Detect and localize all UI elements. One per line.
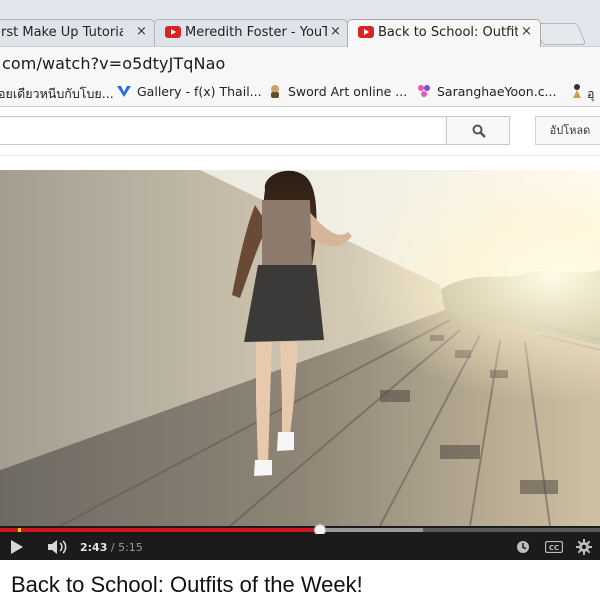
upload-button[interactable]: อัปโหลด [535,116,600,145]
tab-close-icon[interactable]: × [136,24,147,39]
bookmark-item[interactable]: Sword Art online ... [288,84,407,99]
tab-close-icon[interactable]: × [330,24,341,39]
blue-v-icon [117,86,131,97]
character-icon [271,85,279,98]
search-button[interactable] [446,116,510,145]
volume-icon[interactable] [47,539,67,555]
progress-played [0,528,320,532]
duration: 5:15 [118,541,143,554]
tab-title: Meredith Foster - YouT [185,25,327,40]
youtube-favicon-icon [165,26,181,38]
youtube-header: อัปโหลด [0,107,600,156]
current-time: 2:43 [80,541,108,554]
player-controls: 2:43 / 5:15 CC [0,534,600,560]
browser-tab-strip: rst Make Up Tutorial! × Meredith Foster … [0,0,600,47]
pink-flower-icon [418,85,430,97]
bookmark-item[interactable]: อุ [587,84,595,104]
progress-track[interactable] [0,524,600,536]
tab-title: rst Make Up Tutorial! [1,25,123,40]
url-text[interactable]: com/watch?v=o5dtyJTqNao [2,54,225,73]
play-icon[interactable] [10,539,24,555]
figure-icon [573,84,581,98]
settings-gear-icon[interactable] [576,539,592,555]
time-display: 2:43 / 5:15 [80,541,143,554]
tab-make-up-tutorial[interactable]: rst Make Up Tutorial! × [0,19,155,46]
bookmark-item[interactable]: Gallery - f(x) Thail... [137,84,262,99]
bookmark-item[interactable]: อยเดียวหนีบกับโบย... [0,84,114,104]
video-player[interactable] [0,170,600,526]
ad-marker [18,528,21,532]
address-bar[interactable]: com/watch?v=o5dtyJTqNao [0,46,600,80]
youtube-favicon-icon [358,26,374,38]
time-separator: / [107,541,119,554]
new-tab-button[interactable] [533,23,587,45]
svg-text:CC: CC [549,544,559,552]
search-input[interactable] [0,116,446,145]
bookmarks-bar: อยเดียวหนีบกับโบย... Gallery - f(x) Thai… [0,79,600,107]
video-frame [0,170,600,526]
closed-captions-icon[interactable]: CC [545,541,563,553]
tab-meredith-foster[interactable]: Meredith Foster - YouT × [154,19,348,46]
progress-bar[interactable] [0,524,600,536]
video-title: Back to School: Outfits of the Week! [11,572,363,597]
tab-title: Back to School: Outfits [378,25,518,40]
search-icon [472,124,486,138]
watch-later-icon[interactable] [516,540,530,554]
bookmark-item[interactable]: SaranghaeYoon.c... [437,84,556,99]
tab-back-to-school[interactable]: Back to School: Outfits × [347,19,541,47]
tab-close-icon[interactable]: × [521,24,532,39]
